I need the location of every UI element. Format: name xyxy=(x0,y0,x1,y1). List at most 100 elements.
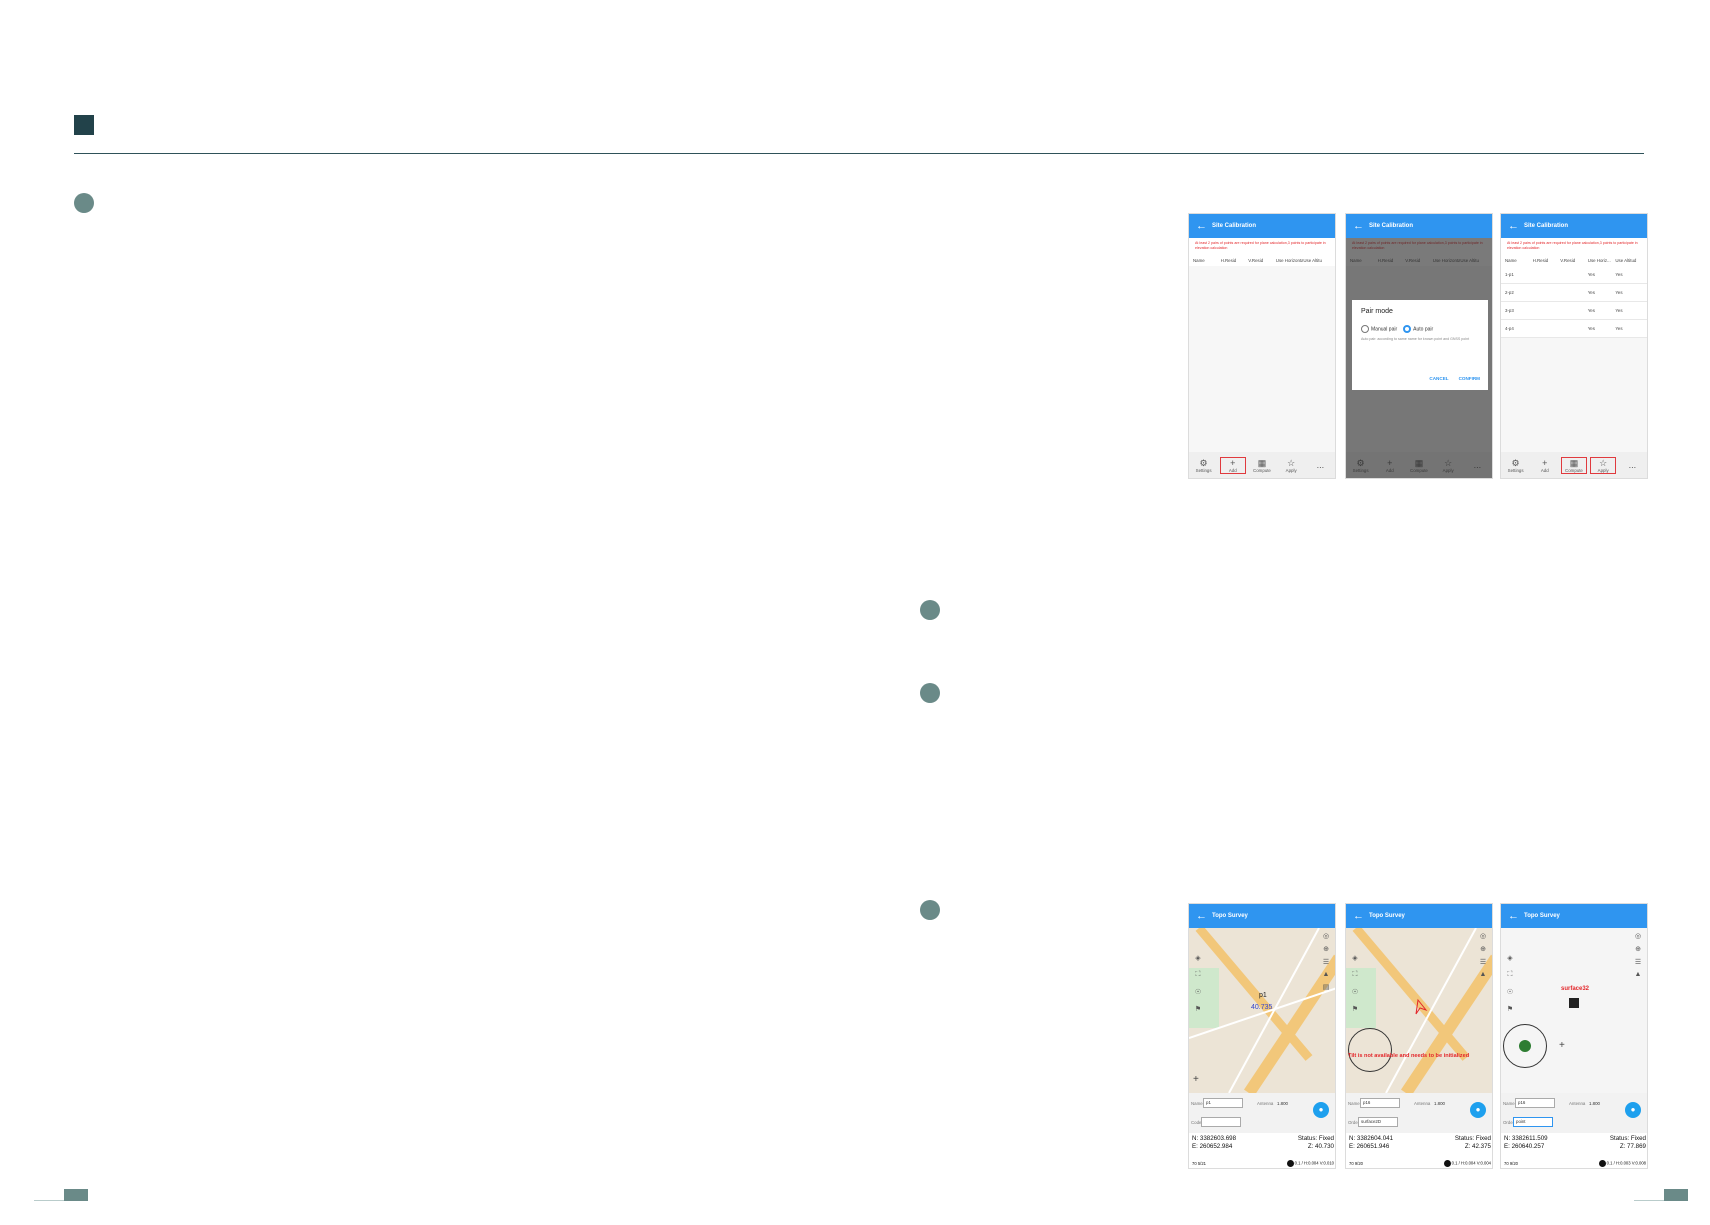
arrow-left-icon[interactable]: ← xyxy=(1508,220,1524,232)
status-panel: N: 3382611.509 E: 260640.257 Status: Fix… xyxy=(1501,1133,1647,1168)
dialog-description: Auto pair: according to same name for kn… xyxy=(1361,337,1470,341)
survey-icon[interactable]: ▲ xyxy=(1323,971,1330,978)
compute-button[interactable]: ▦Compute xyxy=(1249,458,1275,473)
compass-icon[interactable]: ◎ xyxy=(1480,932,1486,940)
order-select[interactable]: point xyxy=(1513,1117,1553,1127)
dialog-title: Pair mode xyxy=(1361,308,1393,315)
layer-icon[interactable]: ◈ xyxy=(1195,954,1200,962)
topo-survey-screen-3: ← Topo Survey surface32 + ◈ ⛶ ☉ ⚑ ◎ ⊕ ☰ ▲ Name… xyxy=(1500,903,1648,1169)
apply-button[interactable]: ☆Apply xyxy=(1590,456,1617,474)
battery-satellite-info: 70 9/20 xyxy=(1504,1161,1518,1166)
locate-icon[interactable]: ⊕ xyxy=(1635,945,1641,953)
topo-survey-screen-2: ← Topo Survey Tilt is not available and … xyxy=(1345,903,1493,1169)
site-calibration-screen-points: ← Site Calibration At least 2 pairs of p… xyxy=(1500,213,1648,479)
status-panel: N: 3382603.698 E: 260652.984 Status: Fix… xyxy=(1189,1133,1335,1168)
star-icon: ☆ xyxy=(1599,457,1608,468)
target-icon[interactable]: ☉ xyxy=(1352,988,1358,996)
tilt-warning: Tilt is not available and needs to be in… xyxy=(1348,1053,1470,1059)
app-bar: ← Topo Survey xyxy=(1501,904,1647,928)
compass-icon[interactable]: ◎ xyxy=(1323,932,1329,940)
precision-info: 0.1 / H:0.004 V:0.010 xyxy=(1294,1160,1334,1166)
map-view[interactable]: surface32 + xyxy=(1501,928,1647,1093)
survey-point-button[interactable]: ● xyxy=(1470,1102,1486,1118)
app-bar: ← Topo Survey xyxy=(1346,904,1492,928)
app-title: Site Calibration xyxy=(1369,223,1414,229)
layer-icon[interactable]: ◈ xyxy=(1507,954,1512,962)
table-row[interactable]: 2-p2 Yes Yes xyxy=(1501,284,1647,302)
table-row[interactable]: 3-p3 Yes Yes xyxy=(1501,302,1647,320)
target-icon[interactable]: ☉ xyxy=(1195,988,1201,996)
manual-pair-radio[interactable]: Manual pair xyxy=(1361,325,1397,333)
point-marker xyxy=(1569,998,1579,1008)
antenna-value[interactable]: 1.800 xyxy=(1589,1101,1600,1106)
pair-mode-options: Manual pair Auto pair xyxy=(1361,325,1479,333)
cancel-button[interactable]: CANCEL xyxy=(1429,376,1448,381)
antenna-value[interactable]: 1.800 xyxy=(1434,1101,1445,1106)
survey-point-button[interactable]: ● xyxy=(1625,1102,1641,1118)
col-hresid: H.Resid xyxy=(1532,257,1549,263)
code-select[interactable] xyxy=(1201,1117,1241,1127)
layers-icon[interactable]: ☰ xyxy=(1323,958,1329,966)
radio-checked-icon xyxy=(1403,325,1412,333)
name-input[interactable]: p1 xyxy=(1203,1098,1243,1108)
arrow-left-icon[interactable]: ← xyxy=(1196,910,1212,922)
arrow-left-icon[interactable]: ← xyxy=(1196,220,1212,232)
layer-icon[interactable]: ◈ xyxy=(1352,954,1357,962)
name-input[interactable]: p16 xyxy=(1515,1098,1555,1108)
confirm-button[interactable]: CONFIRM xyxy=(1459,376,1480,381)
fullscreen-icon[interactable]: ⛶ xyxy=(1196,971,1201,979)
pole-icon[interactable]: ⚑ xyxy=(1507,1005,1513,1013)
compass-icon[interactable]: ◎ xyxy=(1635,932,1641,940)
layers-icon[interactable]: ☰ xyxy=(1480,958,1486,966)
map-tools-left: ◈ ⛶ ☉ ⚑ xyxy=(1192,954,1204,1013)
pole-icon[interactable]: ⚑ xyxy=(1352,1005,1358,1013)
compute-button[interactable]: ▦Compute xyxy=(1560,456,1587,474)
add-button[interactable]: +Add xyxy=(1532,458,1558,473)
bullet-1 xyxy=(74,193,94,213)
radio-icon xyxy=(1361,325,1369,333)
arrow-left-icon[interactable]: ← xyxy=(1353,910,1369,922)
app-bar: ← Site Calibration xyxy=(1346,214,1492,238)
locate-icon[interactable]: ⊕ xyxy=(1480,945,1486,953)
arrow-left-icon[interactable]: ← xyxy=(1508,910,1524,922)
site-calibration-screen-dialog: ← Site Calibration At least 2 pairs of p… xyxy=(1345,213,1493,479)
plus-icon: + xyxy=(1542,457,1548,468)
pole-icon[interactable]: ⚑ xyxy=(1195,1005,1201,1013)
locate-icon[interactable]: ⊕ xyxy=(1323,945,1329,953)
antenna-value[interactable]: 1.800 xyxy=(1277,1101,1288,1106)
more-button[interactable]: ... xyxy=(1307,460,1333,470)
col-hresid: H.Resid xyxy=(1220,257,1237,263)
topo-survey-screen-1: ← Topo Survey p1 40.735 + ◈ ⛶ ☉ ⚑ ◎ ⊕ ☰ ▲ ▤ Nam… xyxy=(1188,903,1336,1169)
survey-icon[interactable]: ▲ xyxy=(1635,971,1642,978)
col-use-horizontal: Use Horiz... xyxy=(1587,257,1611,263)
table-row[interactable]: 1-p1 Yes Yes xyxy=(1501,266,1647,284)
dialog-actions: CANCEL CONFIRM xyxy=(1429,376,1480,381)
apply-button[interactable]: ☆Apply xyxy=(1278,458,1304,473)
fix-status-icon xyxy=(1443,1160,1451,1167)
precision-info: 0.1 / H:0.003 V:0.008 xyxy=(1606,1160,1646,1166)
more-button[interactable]: ... xyxy=(1619,460,1645,470)
layers-icon[interactable]: ☰ xyxy=(1635,958,1641,966)
location-pin-icon: ● xyxy=(1475,1105,1481,1114)
fullscreen-icon[interactable]: ⛶ xyxy=(1353,971,1358,979)
settings-button[interactable]: ⚙Settings xyxy=(1503,458,1529,473)
footer-marker-right xyxy=(1664,1189,1688,1201)
plus-icon[interactable]: + xyxy=(1193,1074,1199,1085)
map-tools-right: ◎ ⊕ ☰ ▲ ▤ xyxy=(1319,932,1333,991)
calibration-warning: At least 2 pairs of points are required … xyxy=(1189,238,1335,254)
settings-button[interactable]: ⚙Settings xyxy=(1191,458,1217,473)
target-icon[interactable]: ☉ xyxy=(1507,988,1513,996)
map-view[interactable]: Tilt is not available and needs to be in… xyxy=(1346,928,1492,1093)
file-icon[interactable]: ▤ xyxy=(1323,983,1330,991)
name-input[interactable]: p16 xyxy=(1360,1098,1400,1108)
survey-icon[interactable]: ▲ xyxy=(1480,971,1487,978)
auto-pair-radio[interactable]: Auto pair xyxy=(1403,325,1433,333)
table-row[interactable]: 4-p4 Yes Yes xyxy=(1501,320,1647,338)
map-view[interactable]: p1 40.735 + xyxy=(1189,928,1335,1093)
add-button[interactable]: +Add xyxy=(1219,456,1246,474)
fullscreen-icon[interactable]: ⛶ xyxy=(1508,971,1513,979)
bubble-dot xyxy=(1519,1040,1531,1052)
order-select[interactable]: surface2D xyxy=(1358,1117,1398,1127)
survey-point-button[interactable]: ● xyxy=(1313,1102,1329,1118)
arrow-left-icon[interactable]: ← xyxy=(1353,220,1369,232)
